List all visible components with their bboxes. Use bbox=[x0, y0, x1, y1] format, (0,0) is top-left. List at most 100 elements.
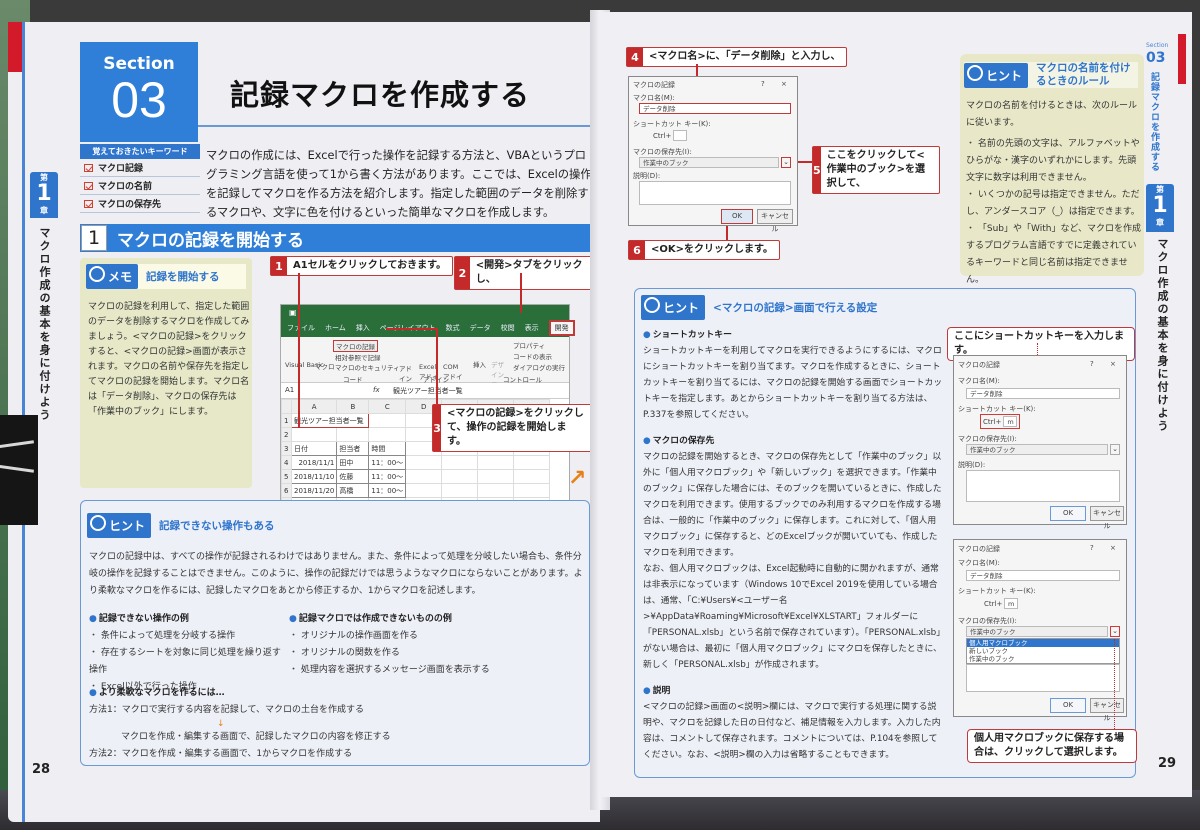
macro-name-input[interactable]: データ削除 bbox=[966, 570, 1120, 581]
cancel-button[interactable]: キャンセル bbox=[757, 209, 793, 233]
cell-a1[interactable]: 観光ツアー担当者一覧 bbox=[290, 413, 370, 428]
insert-control-button[interactable]: 挿入 bbox=[473, 359, 486, 369]
formula-bar: A1 fx 観光ツアー担当者一覧 bbox=[281, 383, 569, 399]
down-arrow-icon: ↓ bbox=[217, 719, 225, 729]
name-box[interactable]: A1 bbox=[285, 386, 294, 394]
cell[interactable]: 2018/11/20 bbox=[290, 483, 338, 498]
record-macro-dialog: マクロの記録 ? × マクロ名(M): データ削除 ショートカット キー(K):… bbox=[628, 76, 798, 233]
shortcut-input[interactable]: m bbox=[1004, 598, 1018, 609]
side-section-label: Section bbox=[1146, 42, 1169, 49]
memo-body: マクロの記録を利用して、指定した範囲のデータを削除するマクロを作成してみましょう… bbox=[88, 302, 250, 417]
macro-security-button[interactable]: マクロのセキュリティ bbox=[335, 362, 400, 372]
tab-home[interactable]: ホーム bbox=[325, 323, 346, 336]
cell[interactable]: 担当者 bbox=[336, 441, 370, 456]
tab-developer[interactable]: 開発 bbox=[548, 320, 575, 336]
tab-review[interactable]: 校閲 bbox=[501, 323, 515, 336]
cell[interactable]: 日付 bbox=[290, 441, 338, 456]
ribbon-tabs: ファイル ホーム 挿入 ページレイアウト 数式 データ 校閲 表示 開発 実行 bbox=[287, 320, 599, 336]
dropdown-option[interactable]: 新しいブック bbox=[967, 647, 1119, 655]
tab-view[interactable]: 表示 bbox=[525, 323, 539, 336]
help-icon[interactable]: ? bbox=[1090, 544, 1094, 552]
hint-box: ヒント 記録できない操作もある マクロの記録中は、すべての操作が記録されるわけで… bbox=[80, 500, 590, 766]
cell[interactable]: 高橋 bbox=[336, 483, 370, 498]
store-label: マクロの保存先(I): bbox=[633, 148, 692, 156]
dropdown-option[interactable]: 作業中のブック bbox=[967, 655, 1119, 663]
dropdown-option-selected[interactable]: 個人用マクロブック bbox=[967, 639, 1119, 647]
tab-page-layout[interactable]: ページレイアウト bbox=[380, 323, 436, 336]
run-dialog-button[interactable]: ダイアログの実行 bbox=[513, 362, 565, 372]
hint-badge: ヒント 記録できない操作もある bbox=[87, 513, 275, 538]
tab-insert[interactable]: 挿入 bbox=[356, 323, 370, 336]
keyword-item: マクロ記録 bbox=[80, 159, 200, 177]
step-2-leader bbox=[520, 273, 522, 313]
chevron-down-icon[interactable]: ⌄ bbox=[781, 157, 791, 168]
cell[interactable]: 11：00～ bbox=[368, 469, 407, 484]
shortcut-input[interactable]: m bbox=[1003, 416, 1018, 427]
check-icon bbox=[84, 181, 93, 190]
store-select[interactable]: 作業中のブック bbox=[639, 157, 779, 168]
record-macro-button[interactable]: マクロの記録 bbox=[333, 340, 378, 352]
lightbulb-icon bbox=[90, 515, 106, 531]
formula-input[interactable]: 観光ツアー担当者一覧 bbox=[393, 386, 463, 396]
ctrl-label: Ctrl+ bbox=[653, 132, 672, 140]
description-input[interactable] bbox=[966, 664, 1120, 692]
side-section-title: 記録マクロを作成する bbox=[1149, 72, 1159, 172]
description-input[interactable] bbox=[639, 181, 791, 205]
hint-badge: ヒント <マクロの記録>画面で行える設定 bbox=[641, 295, 877, 320]
macro-name-input[interactable]: データ削除 bbox=[966, 388, 1120, 399]
tab-file[interactable]: ファイル bbox=[287, 323, 315, 336]
tab-formulas[interactable]: 数式 bbox=[446, 323, 460, 336]
cell[interactable]: 佐藤 bbox=[336, 469, 370, 484]
keyword-item: マクロの保存先 bbox=[80, 195, 200, 213]
cell[interactable]: 2018/11/10 bbox=[290, 469, 338, 484]
save-icon: ▣ bbox=[289, 308, 297, 317]
hint-col2: 記録マクロでは作成できないものの例 オリジナルの操作画面を作る オリジナルの関数… bbox=[289, 611, 579, 679]
step-3-callout: 3 <マクロの記録>をクリックして、操作の記録を開始します。 bbox=[432, 404, 592, 452]
cell[interactable]: 11：00～ bbox=[368, 455, 407, 470]
intro-text: マクロの作成には、Excelで行った操作を記録する方法と、VBAというプログラミ… bbox=[206, 149, 592, 219]
cancel-button[interactable]: キャンセル bbox=[1090, 698, 1124, 722]
ok-button[interactable]: OK bbox=[721, 209, 753, 224]
title-band: 記録マクロを作成する bbox=[198, 42, 592, 127]
view-code-button[interactable]: コードの表示 bbox=[513, 351, 552, 361]
hint-col1: 記録できない操作の例 条件によって処理を分岐する操作 存在するシートを対象に同じ… bbox=[89, 611, 289, 696]
tab-data[interactable]: データ bbox=[470, 323, 491, 336]
naming-rule-body: マクロの名前を付けるときは、次のルールに従います。 名前の先頭の文字は、アルファ… bbox=[966, 98, 1142, 289]
properties-button[interactable]: プロパティ bbox=[513, 340, 545, 350]
column-header[interactable]: C bbox=[368, 399, 407, 414]
store-select[interactable]: 作業中のブック bbox=[966, 626, 1108, 637]
cell[interactable]: 時間 bbox=[368, 441, 407, 456]
description-label: 説明(D): bbox=[633, 172, 661, 180]
close-icon[interactable]: × bbox=[1110, 360, 1116, 368]
ribbon-body: Visual Basic マクロ マクロの記録 相対参照で記録 マクロのセキュリ… bbox=[281, 337, 569, 399]
store-dropdown-list: 個人用マクロブック 新しいブック 作業中のブック bbox=[966, 638, 1120, 664]
ok-button[interactable]: OK bbox=[1050, 506, 1086, 521]
close-icon[interactable]: × bbox=[1110, 544, 1116, 552]
shortcut-input[interactable] bbox=[673, 130, 687, 141]
description-input[interactable] bbox=[966, 470, 1120, 502]
red-edge-tab bbox=[1178, 34, 1186, 84]
chevron-down-icon[interactable]: ⌄ bbox=[1110, 444, 1120, 455]
help-icon[interactable]: ? bbox=[761, 80, 765, 88]
keyword-header: 覚えておきたいキーワード bbox=[80, 144, 200, 159]
column-header[interactable]: B bbox=[336, 399, 370, 414]
step-5-leader bbox=[798, 161, 812, 163]
help-icon[interactable]: ? bbox=[1090, 360, 1094, 368]
side-section-number: 03 bbox=[1146, 50, 1166, 66]
relative-reference-button[interactable]: 相対参照で記録 bbox=[335, 352, 381, 362]
cancel-button[interactable]: キャンセル bbox=[1090, 506, 1124, 530]
fx-icon: fx bbox=[373, 386, 380, 394]
store-select[interactable]: 作業中のブック bbox=[966, 444, 1108, 455]
step-3-leader-h bbox=[386, 328, 436, 330]
chevron-down-icon[interactable]: ⌄ bbox=[1110, 626, 1120, 637]
addins-button[interactable]: アドイン bbox=[399, 363, 417, 383]
ok-button[interactable]: OK bbox=[1050, 698, 1086, 713]
cell[interactable]: 2018/11/1 bbox=[290, 455, 338, 470]
cell[interactable]: 田中 bbox=[336, 455, 370, 470]
macro-button[interactable]: マクロ bbox=[315, 361, 335, 371]
memo-badge: メモ 記録を開始する bbox=[86, 264, 246, 289]
shortcut-label: ショートカット キー(K): bbox=[633, 120, 711, 128]
close-icon[interactable]: × bbox=[781, 80, 787, 88]
cell[interactable]: 11：00～ bbox=[368, 483, 407, 498]
macro-name-input[interactable]: データ削除 bbox=[639, 103, 791, 114]
